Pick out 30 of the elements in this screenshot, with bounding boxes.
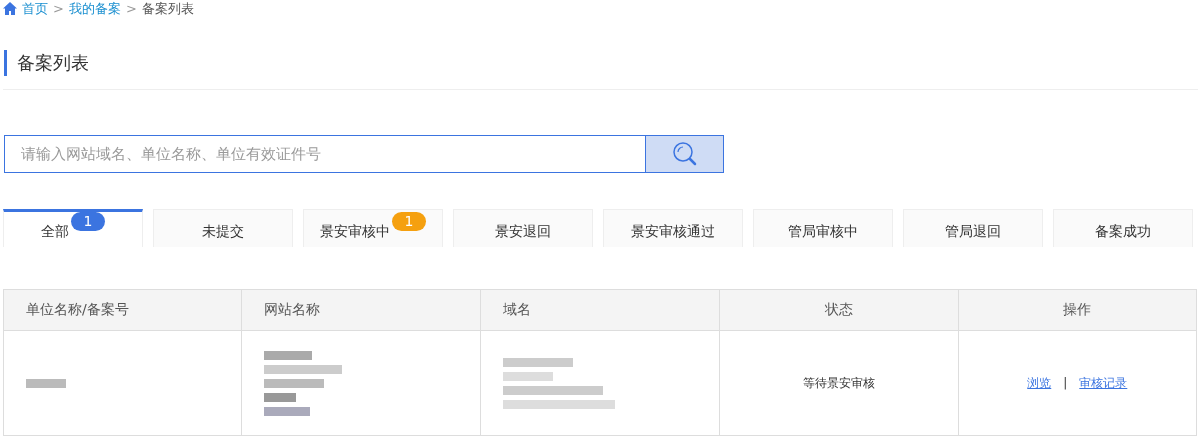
column-header: 域名: [480, 289, 720, 331]
search-field[interactable]: 请输入网站域名、单位名称、单位有效证件号: [4, 135, 645, 173]
breadcrumb-link[interactable]: 我的备案: [68, 0, 121, 18]
status-tab[interactable]: 未提交: [153, 209, 293, 247]
status-tab[interactable]: 管局审核中: [753, 209, 893, 247]
status-cell: 等待景安审核: [719, 330, 959, 436]
link-separator: |: [1063, 375, 1068, 390]
action-link[interactable]: 浏览: [1027, 375, 1052, 390]
status-tab[interactable]: 管局退回: [903, 209, 1043, 247]
breadcrumb-separator: >: [125, 1, 137, 16]
status-tab[interactable]: 备案成功: [1053, 209, 1193, 247]
page-title: 备案列表: [4, 50, 1198, 76]
breadcrumb-link[interactable]: 首页: [22, 0, 48, 18]
column-header: 状态: [719, 289, 959, 331]
breadcrumb-current: 备案列表: [141, 0, 194, 18]
home-icon[interactable]: [3, 2, 17, 15]
column-header: 网站名称: [241, 289, 481, 331]
search-icon: [671, 141, 698, 167]
breadcrumb-separator: >: [53, 1, 64, 16]
search-button[interactable]: [645, 135, 724, 173]
status-tab[interactable]: 景安审核中 1: [303, 209, 443, 247]
count-badge: 1: [71, 212, 105, 231]
status-tab[interactable]: 景安退回: [453, 209, 593, 247]
column-header: 单位名称/备案号: [3, 289, 242, 331]
action-link[interactable]: 审核记录: [1079, 375, 1128, 390]
status-tab[interactable]: 景安审核通过: [603, 209, 743, 247]
count-badge: 1: [392, 212, 426, 231]
status-tab[interactable]: 全部 1: [3, 209, 143, 247]
column-header: 操作: [958, 289, 1197, 331]
blurred-text: [26, 376, 66, 390]
